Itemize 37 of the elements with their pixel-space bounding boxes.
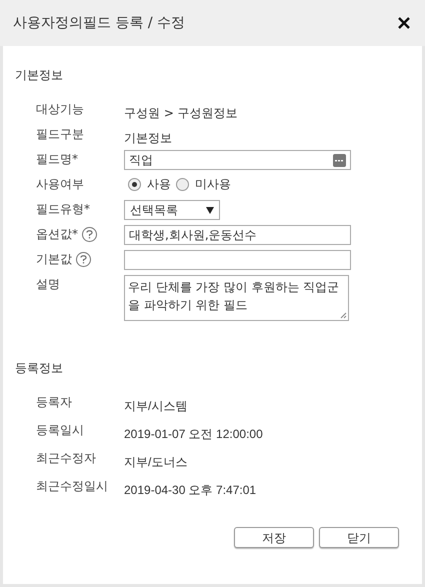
radio-option[interactable]: 사용 bbox=[128, 175, 171, 193]
field-label: 필드유형* bbox=[36, 201, 90, 218]
field-label: 옵션값* bbox=[36, 226, 78, 243]
input-field[interactable]: 직업 bbox=[124, 150, 351, 170]
dialog-button[interactable]: 닫기 bbox=[319, 527, 399, 548]
more-icon[interactable] bbox=[333, 154, 346, 166]
field-value: 2019-04-30 오후 7:47:01 bbox=[124, 483, 256, 497]
section-title: 등록정보 bbox=[15, 360, 64, 377]
window-title: 사용자정의필드 등록 / 수정 bbox=[13, 14, 186, 32]
select-field[interactable]: 선택목록 bbox=[124, 200, 220, 220]
field-label: 사용여부 bbox=[36, 176, 84, 193]
resize-handle-icon[interactable] bbox=[339, 311, 347, 319]
field-value: 지부/시스템 bbox=[124, 399, 188, 413]
field-label: 필드명* bbox=[36, 151, 78, 168]
input-field[interactable]: 대학생,회사원,운동선수 bbox=[124, 225, 351, 245]
field-label: 대상기능 bbox=[36, 101, 84, 118]
field-label: 필드구분 bbox=[36, 126, 84, 143]
field-label: 등록일시 bbox=[36, 422, 84, 439]
text-area[interactable]: 우리 단체를 가장 많이 후원하는 직업군을 파악하기 위한 필드 bbox=[124, 275, 349, 321]
field-label: 등록자 bbox=[36, 394, 72, 411]
dropdown-arrow-icon[interactable] bbox=[206, 206, 214, 214]
help-icon[interactable] bbox=[82, 226, 97, 242]
field-value: 기본정보 bbox=[124, 131, 172, 145]
radio-option[interactable]: 미사용 bbox=[176, 175, 231, 193]
close-icon[interactable] bbox=[397, 16, 411, 30]
radio-icon[interactable] bbox=[176, 178, 189, 190]
section-title: 기본정보 bbox=[15, 67, 64, 84]
field-value: 2019-01-07 오전 12:00:00 bbox=[124, 427, 263, 441]
field-value: 지부/도너스 bbox=[124, 455, 188, 469]
help-icon[interactable] bbox=[76, 252, 91, 266]
radio-icon[interactable] bbox=[128, 178, 141, 190]
field-value: 구성원 > 구성원정보 bbox=[124, 106, 238, 120]
field-label: 최근수정자 bbox=[36, 450, 96, 467]
field-label: 최근수정일시 bbox=[36, 478, 108, 495]
field-label: 설명 bbox=[36, 276, 60, 293]
dialog-button[interactable]: 저장 bbox=[234, 527, 314, 548]
field-label: 기본값 bbox=[36, 251, 72, 268]
